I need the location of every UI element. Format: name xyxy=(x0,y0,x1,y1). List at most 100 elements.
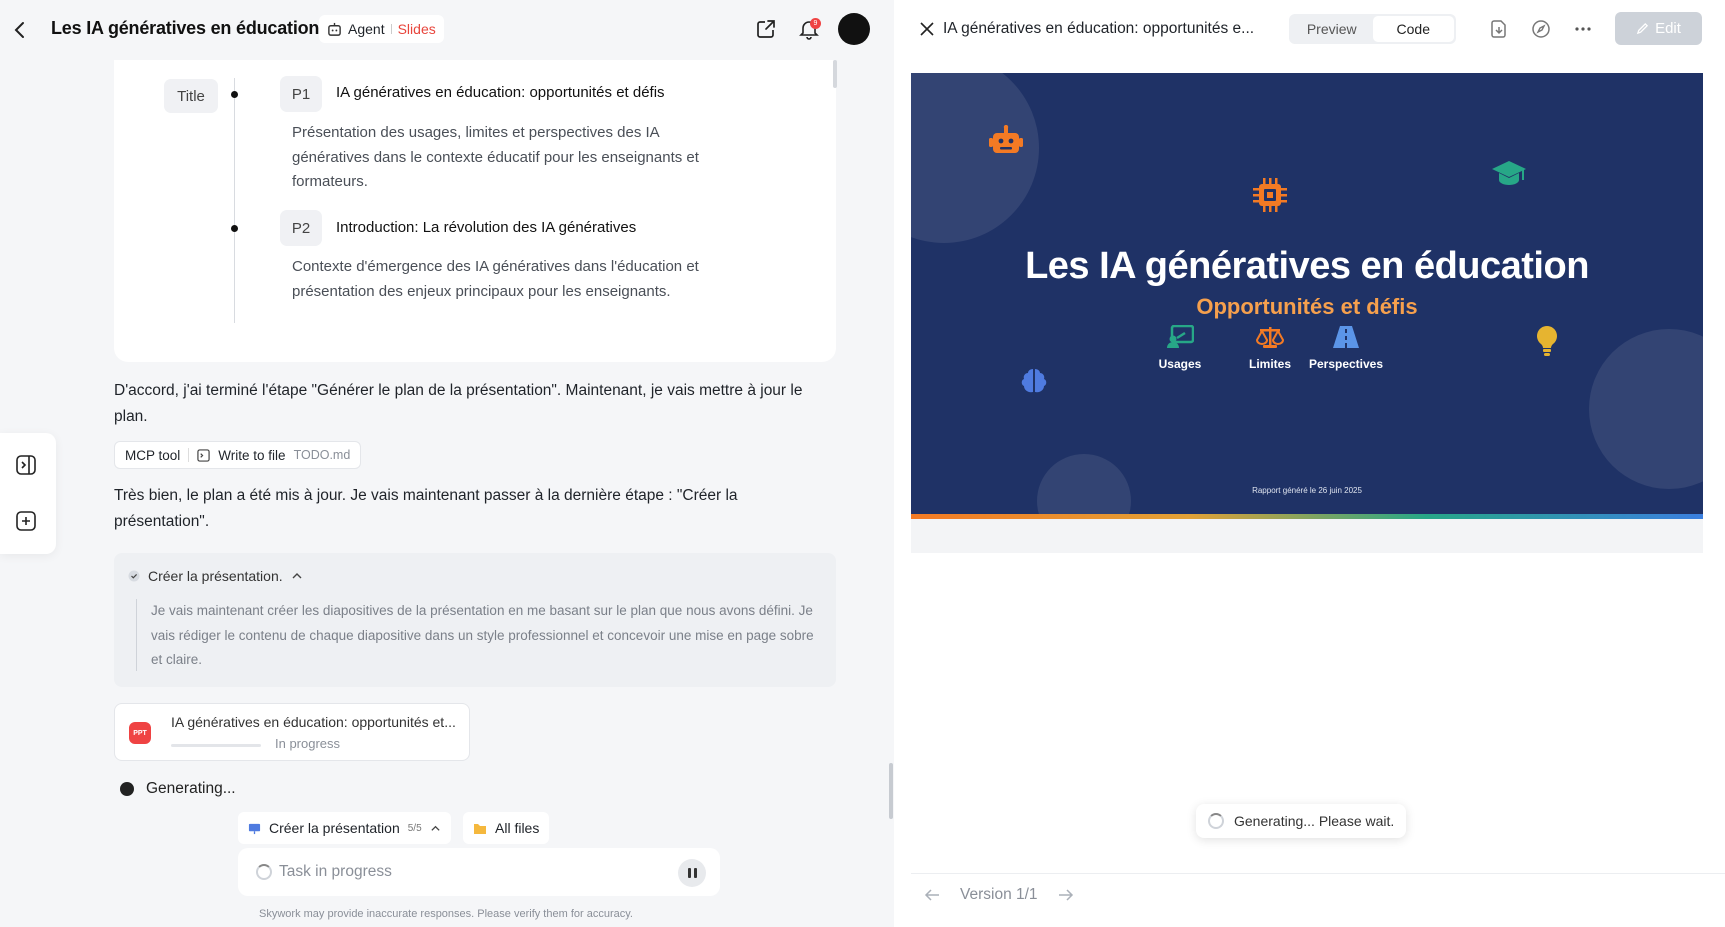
timeline-dot xyxy=(231,225,238,232)
back-button[interactable] xyxy=(6,16,34,44)
scale-icon xyxy=(1256,327,1284,348)
share-icon xyxy=(757,20,775,38)
outline-card: Title P1 IA génératives en éducation: op… xyxy=(114,60,836,362)
tool-call-pill[interactable]: MCP tool Write to file TODO.md xyxy=(114,441,362,469)
close-preview-button[interactable] xyxy=(914,16,940,42)
graduation-cap-icon xyxy=(1492,161,1526,185)
task-count: 5/5 xyxy=(407,822,422,834)
outline-page-title: IA génératives en éducation: opportunité… xyxy=(336,84,665,101)
generating-label: Generating... xyxy=(146,780,236,797)
brain-icon xyxy=(1021,369,1047,393)
more-horizontal-icon xyxy=(1575,27,1591,31)
notification-badge: 9 xyxy=(810,18,821,29)
thinking-bar xyxy=(136,599,137,671)
slide-footer-strip xyxy=(911,519,1703,553)
loading-spinner-icon xyxy=(1208,813,1224,829)
pane-resizer[interactable] xyxy=(889,763,893,819)
task-input[interactable]: Task in progress xyxy=(238,848,720,896)
all-files-chip[interactable]: All files xyxy=(463,812,550,844)
slide-preview: Les IA génératives en éducation Opportun… xyxy=(911,73,1703,519)
feature-label: Perspectives xyxy=(1308,357,1384,371)
tool-action: Write to file xyxy=(218,447,286,463)
download-button[interactable] xyxy=(1485,15,1513,43)
mode-agent-label: Agent xyxy=(348,21,385,37)
generating-toast: Generating... Please wait. xyxy=(1196,804,1407,838)
tab-preview[interactable]: Preview xyxy=(1291,16,1373,42)
outline-page-tag: P2 xyxy=(280,210,322,246)
decor-circle xyxy=(911,73,1039,243)
thinking-title: Créer la présentation. xyxy=(148,568,283,584)
version-label: Version 1/1 xyxy=(960,886,1038,903)
file-status: In progress xyxy=(275,736,341,751)
feature-label: Usages xyxy=(1158,357,1202,371)
assistant-message: D'accord, j'ai terminé l'étape "Générer … xyxy=(114,382,803,425)
presentation-icon xyxy=(248,823,261,834)
slide-subtitle: Opportunités et défis xyxy=(1196,294,1418,319)
pause-button[interactable] xyxy=(678,859,706,887)
file-card[interactable]: PPT IA génératives en éducation: opportu… xyxy=(114,703,470,761)
generating-status: Generating... xyxy=(120,780,236,798)
sidebar-expand-icon xyxy=(16,455,36,475)
tab-code[interactable]: Code xyxy=(1372,16,1454,42)
tool-file: TODO.md xyxy=(293,448,351,462)
arrow-left-icon[interactable] xyxy=(924,888,940,902)
view-toggle: Preview Code xyxy=(1289,14,1456,44)
feature-usages: Usages xyxy=(1135,323,1225,371)
mode-pill[interactable]: Agent Slides xyxy=(319,15,444,43)
timeline-dot xyxy=(231,91,238,98)
close-icon xyxy=(920,22,934,36)
slide-date: Rapport généré le 26 juin 2025 xyxy=(1252,486,1362,495)
plus-square-icon xyxy=(16,511,36,531)
avatar[interactable] xyxy=(838,13,870,45)
divider xyxy=(390,24,392,34)
file-progress-bar xyxy=(171,744,261,747)
input-placeholder: Task in progress xyxy=(279,863,392,880)
outline-page-title: Introduction: La révolution des IA génér… xyxy=(336,219,637,236)
lightbulb-icon xyxy=(1537,326,1557,356)
compass-icon xyxy=(1532,20,1550,38)
presentation-board-icon xyxy=(1167,325,1194,348)
arrow-right-icon[interactable] xyxy=(1058,888,1074,902)
side-rail xyxy=(0,433,56,554)
outline-page-desc: Contexte d'émergence des IA génératives … xyxy=(292,258,699,300)
check-circle-icon xyxy=(128,570,140,582)
explore-button[interactable] xyxy=(1527,15,1555,43)
terminal-icon xyxy=(197,448,210,462)
task-chip-label: Créer la présentation xyxy=(269,820,400,836)
folder-icon xyxy=(474,823,486,834)
thinking-header[interactable]: Créer la présentation. xyxy=(128,568,303,584)
edit-label: Edit xyxy=(1655,20,1681,37)
robot-icon xyxy=(989,125,1023,153)
more-button[interactable] xyxy=(1569,15,1597,43)
download-icon xyxy=(1491,20,1506,38)
robot-icon xyxy=(328,22,341,36)
all-files-label: All files xyxy=(495,820,540,836)
feature-perspectives: Perspectives xyxy=(1301,323,1391,371)
chevron-up-icon xyxy=(292,573,302,579)
document-title: IA génératives en éducation: opportunité… xyxy=(943,20,1255,37)
chat-pane: Les IA génératives en éducation Agent Sl… xyxy=(0,0,893,927)
timeline-line xyxy=(234,78,235,323)
disclaimer: Skywork may provide inaccurate responses… xyxy=(259,908,633,920)
new-chat-button[interactable] xyxy=(12,507,40,535)
edit-button[interactable]: Edit xyxy=(1615,12,1702,45)
chat-header: Les IA génératives en éducation Agent Sl… xyxy=(0,0,892,60)
toast-label: Generating... Please wait. xyxy=(1234,813,1395,829)
expand-sidebar-button[interactable] xyxy=(12,451,40,479)
file-name: IA génératives en éducation: opportunité… xyxy=(171,714,456,730)
ppt-file-icon: PPT xyxy=(129,722,151,744)
card-scrollbar[interactable] xyxy=(833,60,837,88)
mode-slides-label: Slides xyxy=(397,21,436,37)
thinking-body: Je vais maintenant créer les diapositive… xyxy=(151,603,814,667)
chevron-up-icon xyxy=(431,825,440,831)
chevron-left-icon xyxy=(14,22,24,38)
notifications-button[interactable]: 9 xyxy=(795,15,823,43)
outline-title-tag: Title xyxy=(164,79,218,113)
divider xyxy=(188,448,190,462)
slide-title: Les IA génératives en éducation xyxy=(1025,245,1589,287)
task-chip[interactable]: Créer la présentation 5/5 xyxy=(238,812,451,844)
decor-circle xyxy=(1589,329,1703,489)
chip-icon xyxy=(1253,178,1287,212)
pencil-icon xyxy=(1636,22,1649,35)
share-button[interactable] xyxy=(752,15,780,43)
